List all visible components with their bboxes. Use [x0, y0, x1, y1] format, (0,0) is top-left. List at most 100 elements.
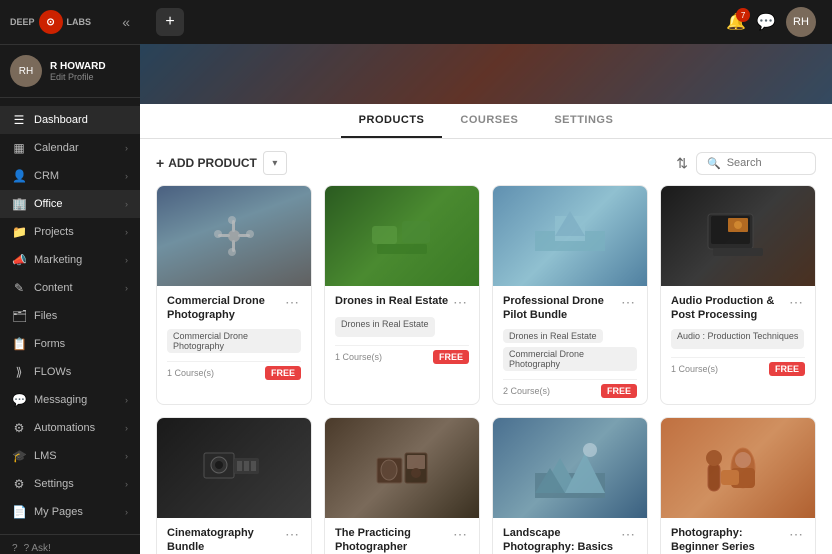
crm-icon: 👤	[12, 169, 26, 183]
my-pages-icon: 📄	[12, 505, 26, 519]
sidebar-item-label: My Pages	[34, 506, 83, 518]
sidebar-item-lms[interactable]: 🎓 LMS ›	[0, 442, 140, 470]
sidebar-item-label: Office	[34, 198, 63, 210]
product-image	[493, 418, 647, 518]
product-image	[325, 186, 479, 286]
chevron-icon: ›	[125, 255, 128, 265]
sidebar-item-label: LMS	[34, 450, 57, 462]
product-card: Landscape Photography: Basics ⋯ Photogra…	[492, 417, 648, 554]
marketing-icon: 📣	[12, 253, 26, 267]
product-image	[157, 186, 311, 286]
help-label: ? Ask!	[24, 543, 51, 554]
logo-deep: DEEP	[10, 17, 35, 27]
add-product-dropdown[interactable]: ▾	[263, 151, 287, 175]
product-menu-button[interactable]: ⋯	[787, 294, 805, 311]
search-input[interactable]	[727, 157, 807, 169]
sidebar-item-label: Messaging	[34, 394, 87, 406]
page-header	[140, 44, 832, 104]
product-title: Photography: Beginner Series	[671, 526, 787, 554]
product-tag: Drones in Real Estate	[503, 329, 603, 343]
product-card-header: Cinematography Bundle ⋯	[167, 526, 301, 554]
product-image	[661, 186, 815, 286]
plus-icon: +	[165, 13, 174, 31]
product-title: Commercial Drone Photography	[167, 294, 283, 323]
price-badge: FREE	[265, 366, 301, 380]
sidebar-item-dashboard[interactable]: ☰ Dashboard	[0, 106, 140, 134]
tab-settings[interactable]: SETTINGS	[536, 104, 631, 138]
add-button[interactable]: +	[156, 8, 184, 36]
sidebar-item-calendar[interactable]: ▦ Calendar ›	[0, 134, 140, 162]
sidebar-item-automations[interactable]: ⚙ Automations ›	[0, 414, 140, 442]
sidebar-item-content[interactable]: ✎ Content ›	[0, 274, 140, 302]
sidebar-user[interactable]: RH R HOWARD Edit Profile	[0, 45, 140, 98]
product-card-body: Commercial Drone Photography ⋯ Commercia…	[157, 286, 311, 386]
notification-bell[interactable]: 🔔 7	[726, 12, 746, 32]
topbar-avatar[interactable]: RH	[786, 7, 816, 37]
product-footer: 1 Course(s) FREE	[335, 345, 469, 364]
product-card-body: Audio Production & Post Processing ⋯ Aud…	[661, 286, 815, 382]
product-menu-button[interactable]: ⋯	[619, 294, 637, 311]
chevron-icon: ›	[125, 423, 128, 433]
product-card-body: Photography: Beginner Series ⋯ Photograp…	[661, 518, 815, 554]
product-menu-button[interactable]: ⋯	[787, 526, 805, 543]
product-tag: Drones in Real Estate	[335, 317, 435, 337]
search-box[interactable]: 🔍	[696, 152, 816, 175]
sidebar-item-files[interactable]: 🗂 Files	[0, 302, 140, 330]
sidebar-item-settings[interactable]: ⚙ Settings ›	[0, 470, 140, 498]
product-card-header: The Practicing Photographer ⋯	[335, 526, 469, 554]
product-menu-button[interactable]: ⋯	[451, 526, 469, 543]
product-card-header: Drones in Real Estate ⋯	[335, 294, 469, 311]
course-count: 2 Course(s)	[503, 386, 550, 396]
product-card-body: Cinematography Bundle ⋯ Cinematography B…	[157, 518, 311, 554]
sidebar-item-my-pages[interactable]: 📄 My Pages ›	[0, 498, 140, 526]
sidebar-nav: ☰ Dashboard ▦ Calendar › 👤 CRM › 🏢 Offic…	[0, 98, 140, 534]
product-menu-button[interactable]: ⋯	[619, 526, 637, 543]
add-product-button[interactable]: + ADD PRODUCT	[156, 151, 257, 175]
product-menu-button[interactable]: ⋯	[451, 294, 469, 311]
product-image	[661, 418, 815, 518]
dashboard-icon: ☰	[12, 113, 26, 127]
sidebar-item-flows[interactable]: ⟫ FLOWs	[0, 358, 140, 386]
sort-button[interactable]: ⇅	[676, 155, 688, 172]
user-name: R HOWARD	[50, 61, 106, 72]
tab-courses[interactable]: COURSES	[442, 104, 536, 138]
sidebar-item-forms[interactable]: 📋 Forms	[0, 330, 140, 358]
sidebar-collapse-button[interactable]: «	[122, 14, 130, 30]
sidebar-item-office[interactable]: 🏢 Office ›	[0, 190, 140, 218]
product-card: Cinematography Bundle ⋯ Cinematography B…	[156, 417, 312, 554]
user-info: R HOWARD Edit Profile	[50, 61, 106, 82]
product-menu-button[interactable]: ⋯	[283, 294, 301, 311]
messages-icon[interactable]: 💬	[756, 12, 776, 32]
office-icon: 🏢	[12, 197, 26, 211]
messaging-icon: 💬	[12, 393, 26, 407]
help-button[interactable]: ? ? Ask!	[12, 543, 128, 554]
product-image	[325, 418, 479, 518]
main-content: + 🔔 7 💬 RH PRODUCTS COURSES SETTINGS + A	[140, 0, 832, 554]
sidebar-item-messaging[interactable]: 💬 Messaging ›	[0, 386, 140, 414]
product-card: Drones in Real Estate ⋯ Drones in Real E…	[324, 185, 480, 405]
projects-icon: 📁	[12, 225, 26, 239]
edit-profile-link[interactable]: Edit Profile	[50, 72, 106, 82]
tab-products[interactable]: PRODUCTS	[341, 104, 443, 138]
sidebar-item-crm[interactable]: 👤 CRM ›	[0, 162, 140, 190]
sidebar-item-marketing[interactable]: 📣 Marketing ›	[0, 246, 140, 274]
product-title: The Practicing Photographer	[335, 526, 451, 554]
product-card: Audio Production & Post Processing ⋯ Aud…	[660, 185, 816, 405]
logo-icon: ⊙	[39, 10, 63, 34]
sidebar-item-label: Files	[34, 310, 57, 322]
product-footer: 2 Course(s) FREE	[503, 379, 637, 398]
sidebar-item-label: CRM	[34, 170, 59, 182]
page-header-overlay	[140, 44, 832, 104]
calendar-icon: ▦	[12, 141, 26, 155]
product-card-header: Commercial Drone Photography ⋯	[167, 294, 301, 323]
product-menu-button[interactable]: ⋯	[283, 526, 301, 543]
sidebar-item-label: Dashboard	[34, 114, 88, 126]
sidebar-item-projects[interactable]: 📁 Projects ›	[0, 218, 140, 246]
sidebar-item-label: FLOWs	[34, 366, 71, 378]
product-card-body: The Practicing Photographer ⋯ Photograph…	[325, 518, 479, 554]
product-footer: 1 Course(s) FREE	[671, 357, 805, 376]
product-card: The Practicing Photographer ⋯ Photograph…	[324, 417, 480, 554]
price-badge: FREE	[601, 384, 637, 398]
topbar: + 🔔 7 💬 RH	[140, 0, 832, 44]
sidebar-item-label: Forms	[34, 338, 65, 350]
